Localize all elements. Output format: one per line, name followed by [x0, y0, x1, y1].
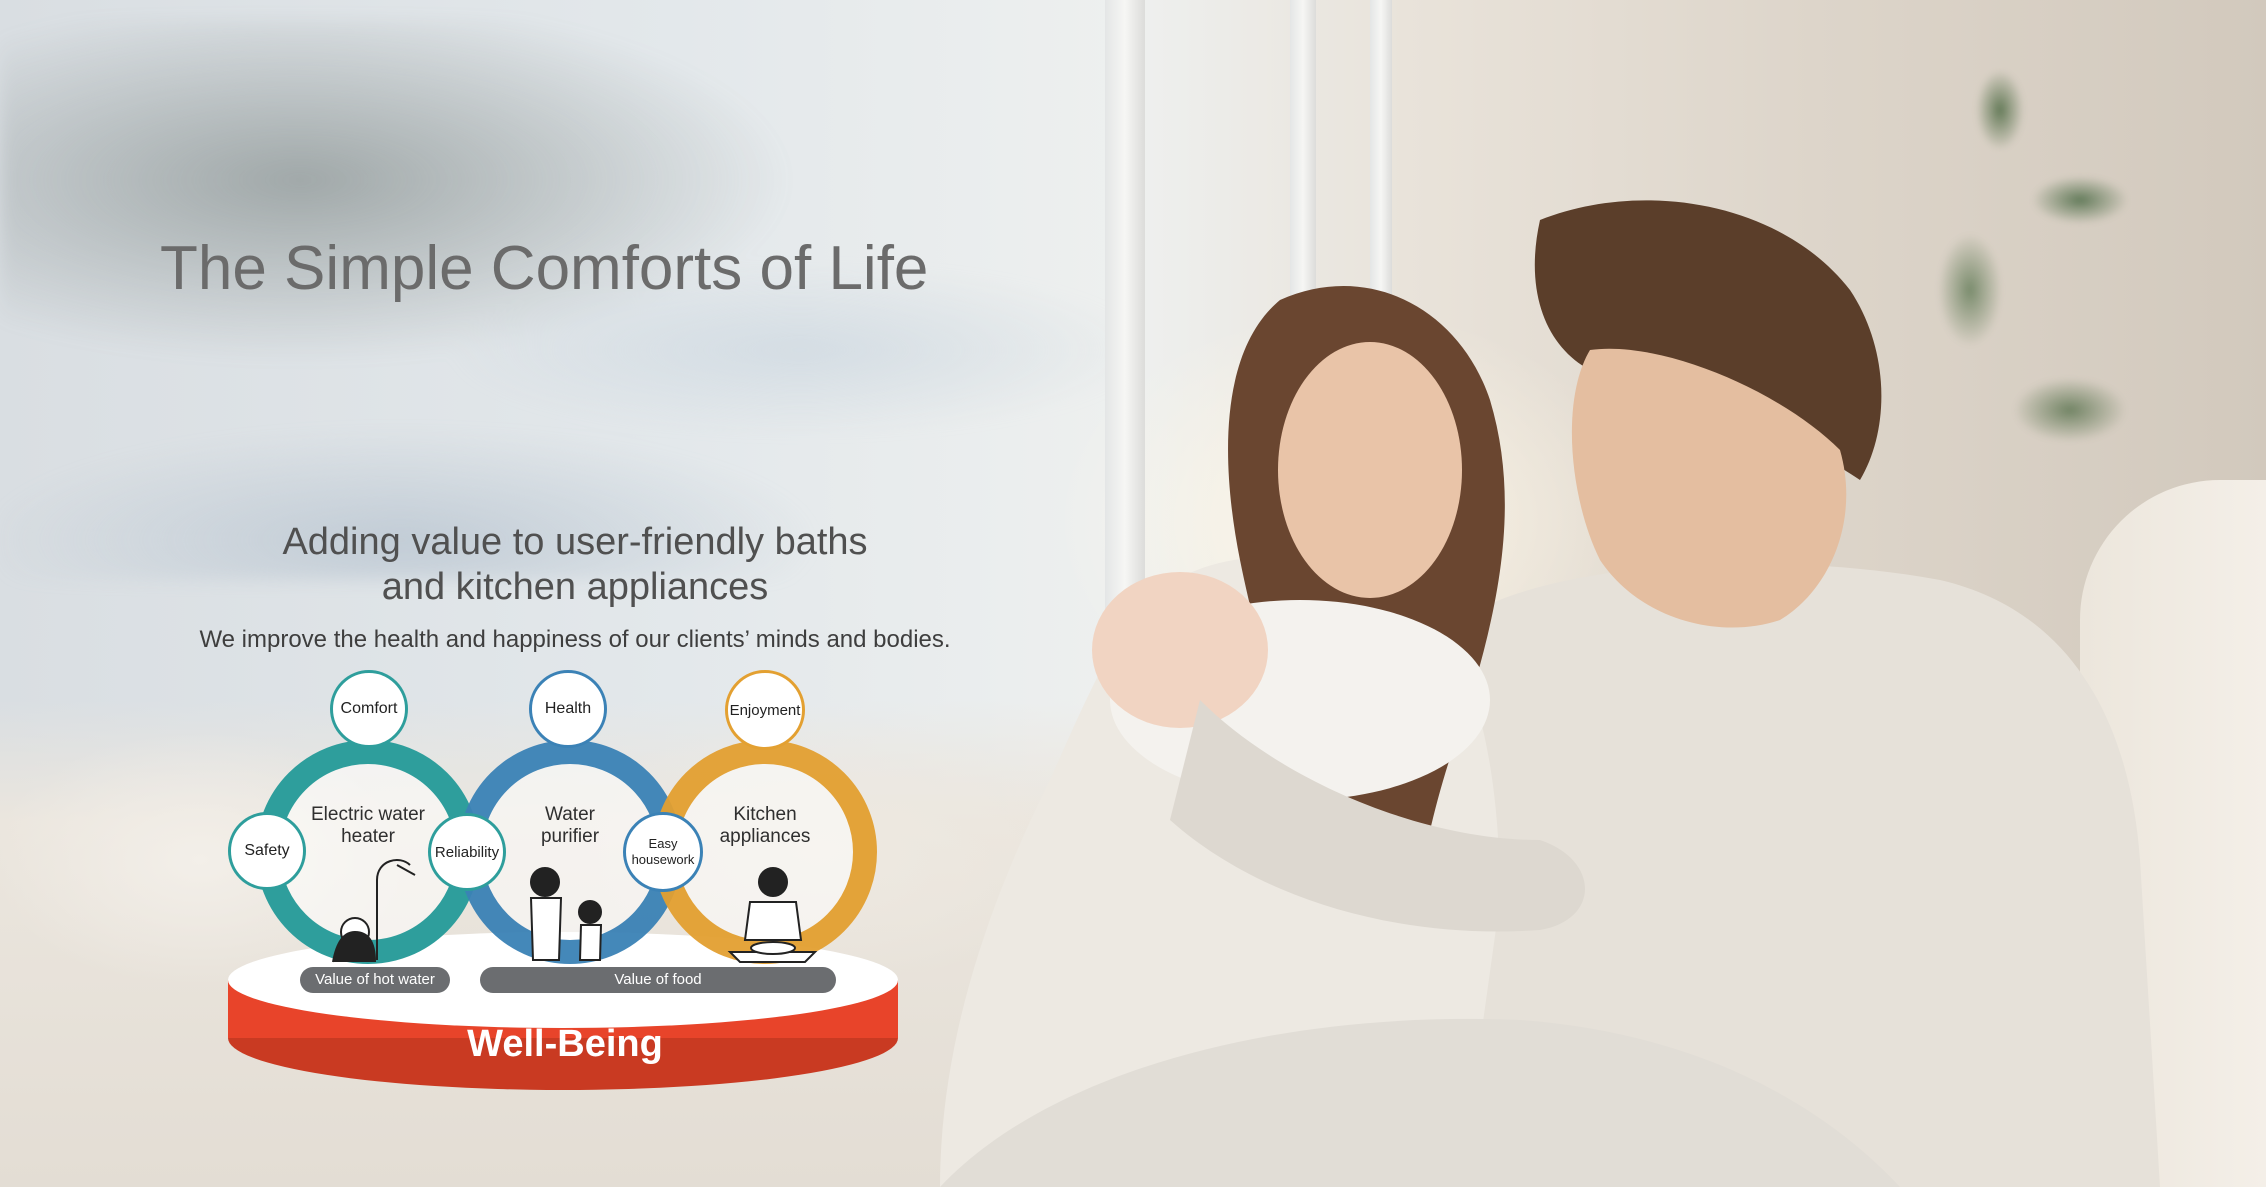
well-being-diagram: Electric water heater Water purifier Kit… [215, 670, 915, 1090]
label-line: Water [545, 804, 595, 825]
subtitle-line: and kitchen appliances [381, 566, 769, 608]
node-comfort: Comfort [330, 670, 408, 748]
node-easy-housework: Easy housework [623, 812, 703, 892]
page-title: The Simple Comforts of Life [160, 234, 929, 303]
ring-label-water-purifier: Water purifier [505, 804, 635, 848]
label-line: appliances [719, 826, 811, 847]
subtitle-line: Adding value to user-friendly baths [282, 521, 868, 563]
node-label: housework [631, 852, 695, 867]
node-reliability: Reliability [428, 813, 506, 891]
label-line: Kitchen [733, 804, 797, 825]
node-enjoyment: Enjoyment [725, 670, 805, 750]
node-label: Safety [244, 842, 290, 859]
node-health: Health [529, 670, 607, 748]
ring-label-kitchen-appliances: Kitchen appliances [695, 804, 835, 848]
node-label: Easy [648, 836, 678, 851]
node-label: Enjoyment [729, 701, 801, 719]
ring-label-electric-water-heater: Electric water heater [293, 804, 443, 848]
node-safety: Safety [228, 812, 306, 890]
pill-value-of-food: Value of food [480, 967, 836, 993]
label-line: heater [341, 826, 395, 847]
node-label: Reliability [434, 843, 500, 861]
pill-value-of-hot-water: Value of hot water [300, 967, 450, 993]
label-line: purifier [540, 826, 600, 847]
page: The Simple Comforts of Life Adding value… [0, 0, 2266, 1187]
subtitle: Adding value to user-friendly baths and … [180, 520, 970, 610]
family-photo [940, 200, 2160, 1187]
label-line: Electric water [310, 804, 426, 825]
caption: We improve the health and happiness of o… [199, 626, 951, 653]
node-label: Health [544, 700, 592, 717]
node-label: Comfort [340, 700, 398, 717]
well-being-label: Well-Being [467, 1023, 663, 1065]
